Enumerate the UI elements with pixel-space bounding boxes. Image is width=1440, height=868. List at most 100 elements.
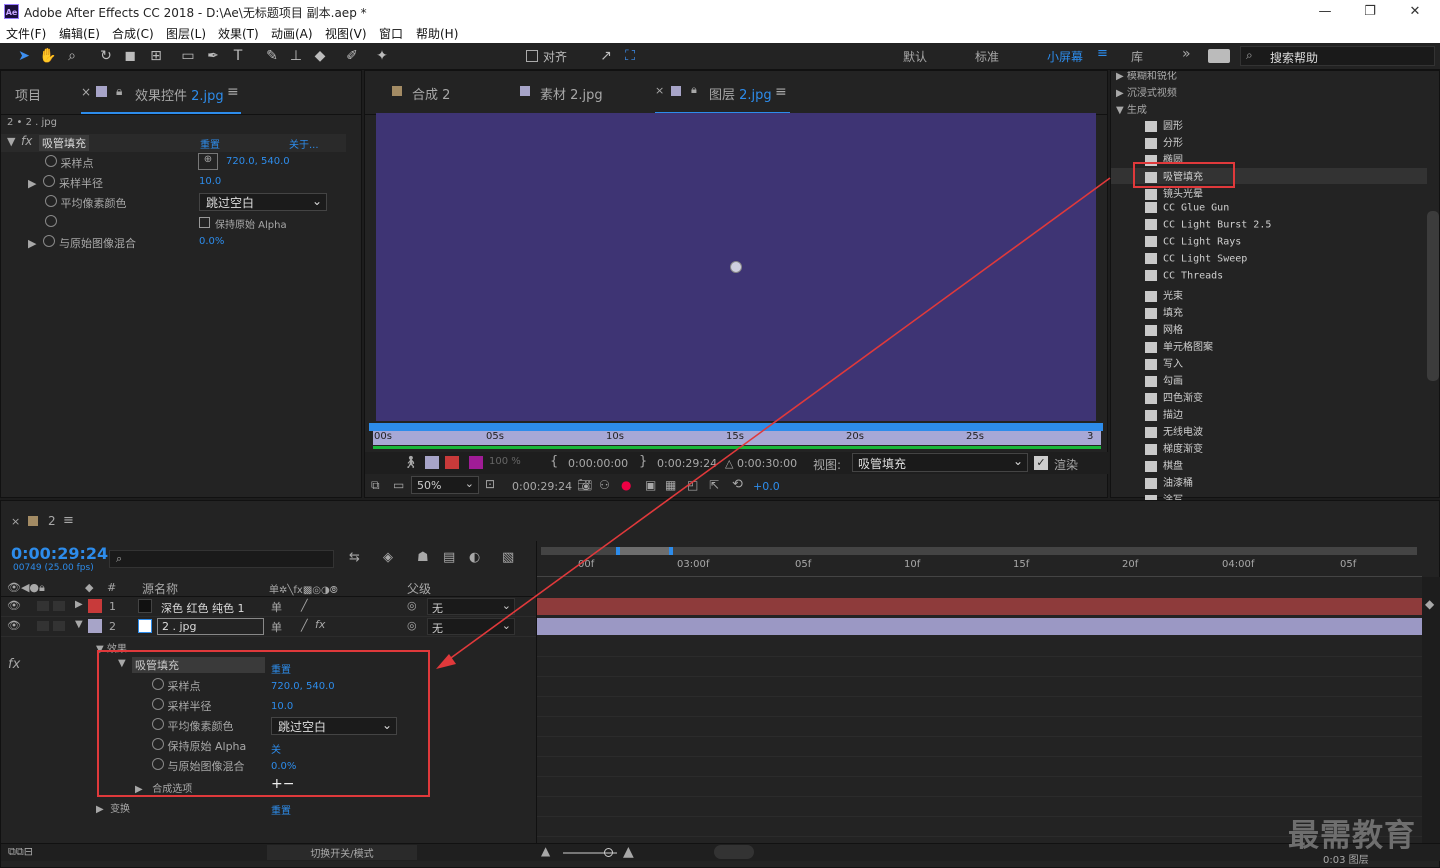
eraser-tool-icon[interactable]: ◆ xyxy=(310,47,330,65)
label-color[interactable] xyxy=(88,599,102,613)
type-tool-icon[interactable]: T xyxy=(228,47,248,65)
brush-tool-icon[interactable]: ✎ xyxy=(262,47,282,65)
collapse-switch-icon[interactable]: 单 xyxy=(271,619,282,635)
snap-target-icon[interactable]: ⛶ xyxy=(620,47,640,65)
layer-row-1[interactable]: 👁︎ ▶ 1 深色 红色 纯色 1 单 ╱ ◎ 无 ⌄ xyxy=(1,597,536,617)
pickwhip-icon[interactable]: ◎ xyxy=(407,619,417,632)
pen-tool-icon[interactable]: ✒ xyxy=(203,47,223,65)
lock-icon[interactable]: 🔒︎ xyxy=(691,83,697,97)
effect-item[interactable]: CC Light Burst 2.5 xyxy=(1145,219,1271,231)
monitor-icon[interactable]: ▭ xyxy=(393,478,404,492)
keep-alpha-checkbox[interactable] xyxy=(199,217,210,228)
parent-dropdown[interactable]: 无 ⌄ xyxy=(427,598,515,615)
tab-effect-controls[interactable]: 效果控件 2.jpg xyxy=(135,85,224,104)
snapshot-icon[interactable]: 📷︎ xyxy=(577,478,592,492)
maximize-icon[interactable]: ❐ xyxy=(1350,2,1390,22)
current-time[interactable]: 0:00:29:24 xyxy=(512,480,572,493)
in-time[interactable]: 0:00:00:00 xyxy=(568,457,628,470)
purple-swatch-icon[interactable] xyxy=(469,456,483,469)
panel-menu-icon[interactable]: ≡ xyxy=(775,84,787,100)
effect-item[interactable]: 写入 xyxy=(1145,355,1183,370)
in-point-icon[interactable]: { xyxy=(550,454,558,469)
parent-dropdown[interactable]: 无 ⌄ xyxy=(427,618,515,635)
tab-close-icon[interactable]: × xyxy=(11,515,20,528)
tab-close-icon[interactable]: × xyxy=(655,84,664,97)
effect-item[interactable]: 四色渐变 xyxy=(1145,389,1203,404)
pan-behind-tool-icon[interactable]: ⊞ xyxy=(146,47,166,65)
timeline-ruler[interactable]: 00f 03:00f 05f 10f 15f 20f 04:00f 05f xyxy=(537,559,1422,577)
menu-layer[interactable]: 图层(L) xyxy=(166,25,206,42)
expand-arrow-icon[interactable]: ▼ xyxy=(7,135,15,148)
puppet-icon[interactable]: 🚶︎ xyxy=(403,455,418,469)
toggle-switches-icon[interactable]: ⧉⧉⊟ xyxy=(8,845,33,859)
hand-tool-icon[interactable]: ✋ xyxy=(38,47,58,65)
sync-settings-icon[interactable] xyxy=(1208,49,1230,63)
effect-item[interactable]: 光束 xyxy=(1145,287,1183,302)
stopwatch-icon[interactable] xyxy=(43,235,56,247)
menu-help[interactable]: 帮助(H) xyxy=(416,25,458,42)
time-navigator-bar[interactable] xyxy=(369,423,1103,431)
transform-reset-link[interactable]: 重置 xyxy=(271,802,291,817)
timeline-tab[interactable]: 2 xyxy=(48,514,56,528)
effect-item[interactable]: CC Threads xyxy=(1145,270,1223,282)
menu-effect[interactable]: 效果(T) xyxy=(218,25,259,42)
sample-point-handle[interactable] xyxy=(730,261,742,273)
layer-1-bar[interactable] xyxy=(537,598,1422,615)
quality-switch-icon[interactable]: ╱ xyxy=(301,619,308,632)
effect-name[interactable]: 吸管填充 xyxy=(39,135,89,151)
camera-tool-icon[interactable]: ◼ xyxy=(120,47,140,65)
label-color[interactable] xyxy=(88,619,102,633)
timeline-search-input[interactable]: ⌕ xyxy=(109,550,334,568)
layer-row-2[interactable]: 👁︎ ▼ 2 2 . jpg 单 ╱ fx ◎ 无 ⌄ xyxy=(1,617,536,637)
tab-layer[interactable]: 图层 2.jpg xyxy=(709,84,772,103)
snap-icon[interactable]: ↗ xyxy=(596,47,616,65)
quality-switch-icon[interactable]: ╱ xyxy=(301,599,308,612)
effect-item[interactable]: CC Light Sweep xyxy=(1145,253,1247,265)
red-marker-icon[interactable] xyxy=(445,456,459,469)
zoom-tool-icon[interactable]: ⌕ xyxy=(62,47,82,65)
clone-stamp-tool-icon[interactable]: ⊥ xyxy=(286,47,306,65)
region-icon[interactable]: ▣ xyxy=(645,478,656,492)
transparency-grid-icon[interactable]: ▦ xyxy=(665,478,676,492)
flowchart-icon[interactable]: ⇱ xyxy=(709,478,719,492)
effect-item[interactable]: 网格 xyxy=(1145,321,1183,336)
effect-item[interactable]: 单元格图案 xyxy=(1145,338,1213,353)
draft-3d-icon[interactable]: ◈ xyxy=(383,550,393,565)
workspace-library[interactable]: 库 xyxy=(1131,48,1143,65)
minimize-icon[interactable]: — xyxy=(1305,2,1345,22)
tab-footage[interactable]: 素材 2.jpg xyxy=(540,84,603,103)
layer-2-bar[interactable] xyxy=(537,618,1422,635)
workspace-small-screen[interactable]: 小屏幕 xyxy=(1047,48,1083,65)
out-point-icon[interactable]: } xyxy=(639,454,647,469)
stopwatch-icon[interactable] xyxy=(45,155,57,167)
pickwhip-icon[interactable]: ◎ xyxy=(407,599,417,612)
fx-switch-icon[interactable]: fx xyxy=(315,618,325,631)
effect-item[interactable]: 棋盘 xyxy=(1145,457,1183,472)
stopwatch-icon[interactable] xyxy=(43,175,56,187)
view-dropdown[interactable]: 吸管填充 ⌄ xyxy=(852,453,1028,472)
category-generate[interactable]: ▼ 生成 xyxy=(1116,101,1147,116)
timecode[interactable]: 0:00:29:24 xyxy=(11,544,108,563)
reset-link[interactable]: 重置 xyxy=(200,136,220,151)
layer-name[interactable]: 深色 红色 纯色 1 xyxy=(161,600,245,616)
layer-name[interactable]: 2 . jpg xyxy=(157,618,264,635)
fit-icon[interactable]: ⊡ xyxy=(485,477,495,491)
frame-blending-icon[interactable]: ▤ xyxy=(443,550,455,565)
footer-scroll-handle[interactable] xyxy=(714,845,754,859)
eye-icon[interactable]: 👁︎ xyxy=(7,619,21,632)
close-icon[interactable]: ✕ xyxy=(1395,2,1435,22)
viewer-canvas[interactable] xyxy=(376,113,1096,421)
effect-item[interactable]: 梯度渐变 xyxy=(1145,440,1203,455)
panel-menu-icon[interactable]: ≡ xyxy=(63,513,74,528)
tab-project[interactable]: 项目 xyxy=(15,85,41,104)
channel-icon[interactable]: ● xyxy=(621,478,631,492)
zoom-slider-thumb[interactable] xyxy=(604,848,613,857)
rotate-tool-icon[interactable]: ↻ xyxy=(96,47,116,65)
puppet-pin-tool-icon[interactable]: ✦ xyxy=(372,47,392,65)
crosshair-icon[interactable]: ⊕ xyxy=(198,153,218,170)
eye-icon[interactable]: 👁︎ xyxy=(7,599,21,612)
rectangle-tool-icon[interactable]: ▭ xyxy=(178,47,198,65)
effect-item[interactable]: 描边 xyxy=(1145,406,1183,421)
category-blur-sharpen[interactable]: ▶ 模糊和锐化 xyxy=(1116,71,1177,82)
effect-item[interactable]: 无线电波 xyxy=(1145,423,1203,438)
